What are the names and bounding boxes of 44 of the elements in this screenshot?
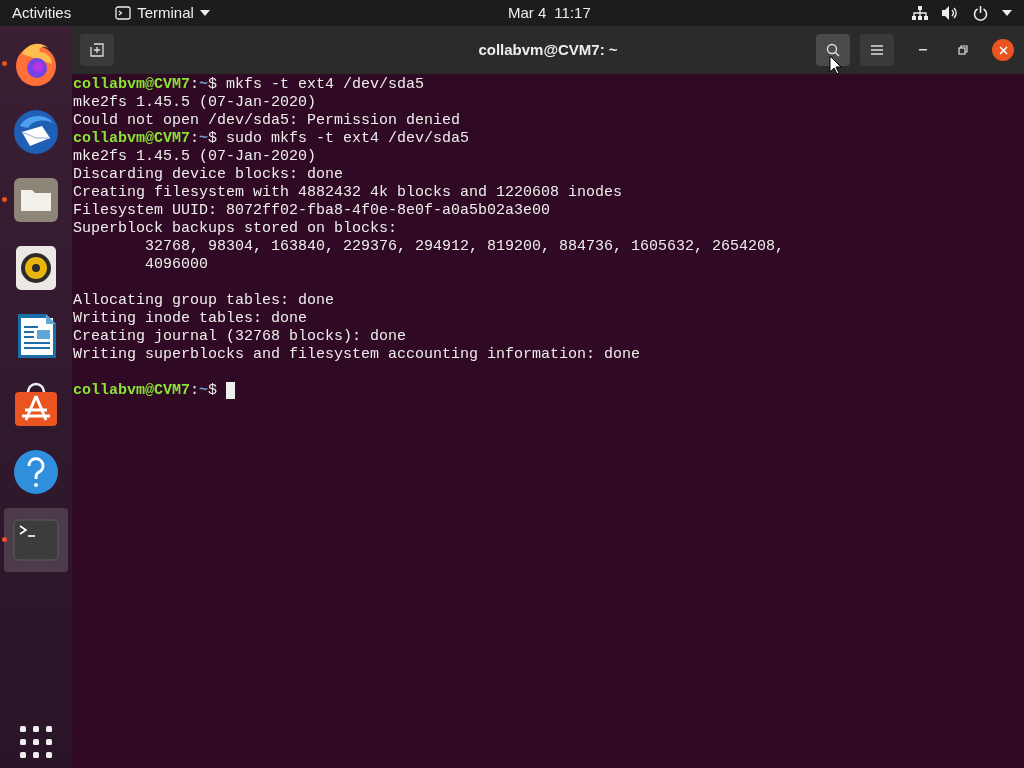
time-text: 11:17 — [554, 2, 591, 23]
window-title: collabvm@CVM7: ~ — [478, 39, 618, 60]
date-text: Mar 4 — [508, 2, 547, 23]
output-line: Creating journal (32768 blocks): done — [73, 328, 407, 345]
new-tab-button[interactable] — [80, 34, 114, 66]
close-icon — [998, 45, 1008, 55]
shopping-bag-icon — [12, 380, 60, 428]
restore-icon — [958, 45, 968, 55]
terminal-icon — [115, 6, 132, 20]
output-line: 32768, 98304, 163840, 229376, 294912, 819200, 884736, 1605632, 2654208, — [144, 238, 785, 255]
output-line: Could not open /dev/sda5: Permission denied — [73, 112, 461, 129]
output-line: mke2fs 1.45.5 (07-Jan-2020) — [73, 148, 317, 165]
caret-icon[interactable] — [1002, 10, 1012, 16]
mail-icon — [12, 108, 60, 156]
volume-icon[interactable] — [942, 6, 959, 20]
search-icon — [826, 43, 840, 57]
caret-icon — [199, 10, 210, 16]
output-line: Allocating group tables: done — [73, 292, 335, 309]
output-line: Superblock backups stored on blocks: — [73, 220, 398, 237]
help-icon — [12, 448, 60, 496]
app-grid-icon[interactable] — [20, 726, 52, 758]
menu-button[interactable] — [860, 34, 894, 66]
activities-button[interactable]: Activities — [0, 1, 84, 25]
prompt-line: collabvm@CVM7:~$ mkfs -t ext4 /dev/sda5 — [73, 76, 425, 93]
prompt-line: collabvm@CVM7:~$ — [73, 382, 219, 399]
output-line: Writing superblocks and filesystem accounting information: done — [73, 346, 641, 363]
terminal-icon — [12, 516, 60, 564]
output-line: mke2fs 1.45.5 (07-Jan-2020) — [73, 94, 317, 111]
close-button[interactable] — [992, 39, 1014, 61]
output-line: Filesystem UUID: 8072ff02-fba8-4f0e-8e0f-a0a5b02a3e00 — [73, 202, 551, 219]
output-line: Discarding device blocks: done — [73, 166, 344, 183]
clock[interactable]: Mar 4 11:17 — [508, 1, 591, 25]
new-tab-icon — [90, 43, 104, 57]
network-icon[interactable] — [912, 5, 928, 21]
output-line: 4096000 — [144, 256, 209, 273]
app-menu[interactable]: Terminal — [115, 1, 210, 25]
minimize-icon — [919, 49, 927, 51]
prompt-line: collabvm@CVM7:~$ sudo mkfs -t ext4 /dev/sda5 — [73, 130, 470, 147]
menu-icon — [871, 45, 883, 55]
folder-icon — [12, 176, 60, 224]
mouse-pointer-icon — [829, 55, 842, 75]
power-icon[interactable] — [973, 5, 988, 21]
output-line: Writing inode tables: done — [73, 310, 308, 327]
output-line: Creating filesystem with 4882432 4k blocks and 1220608 inodes — [73, 184, 623, 201]
